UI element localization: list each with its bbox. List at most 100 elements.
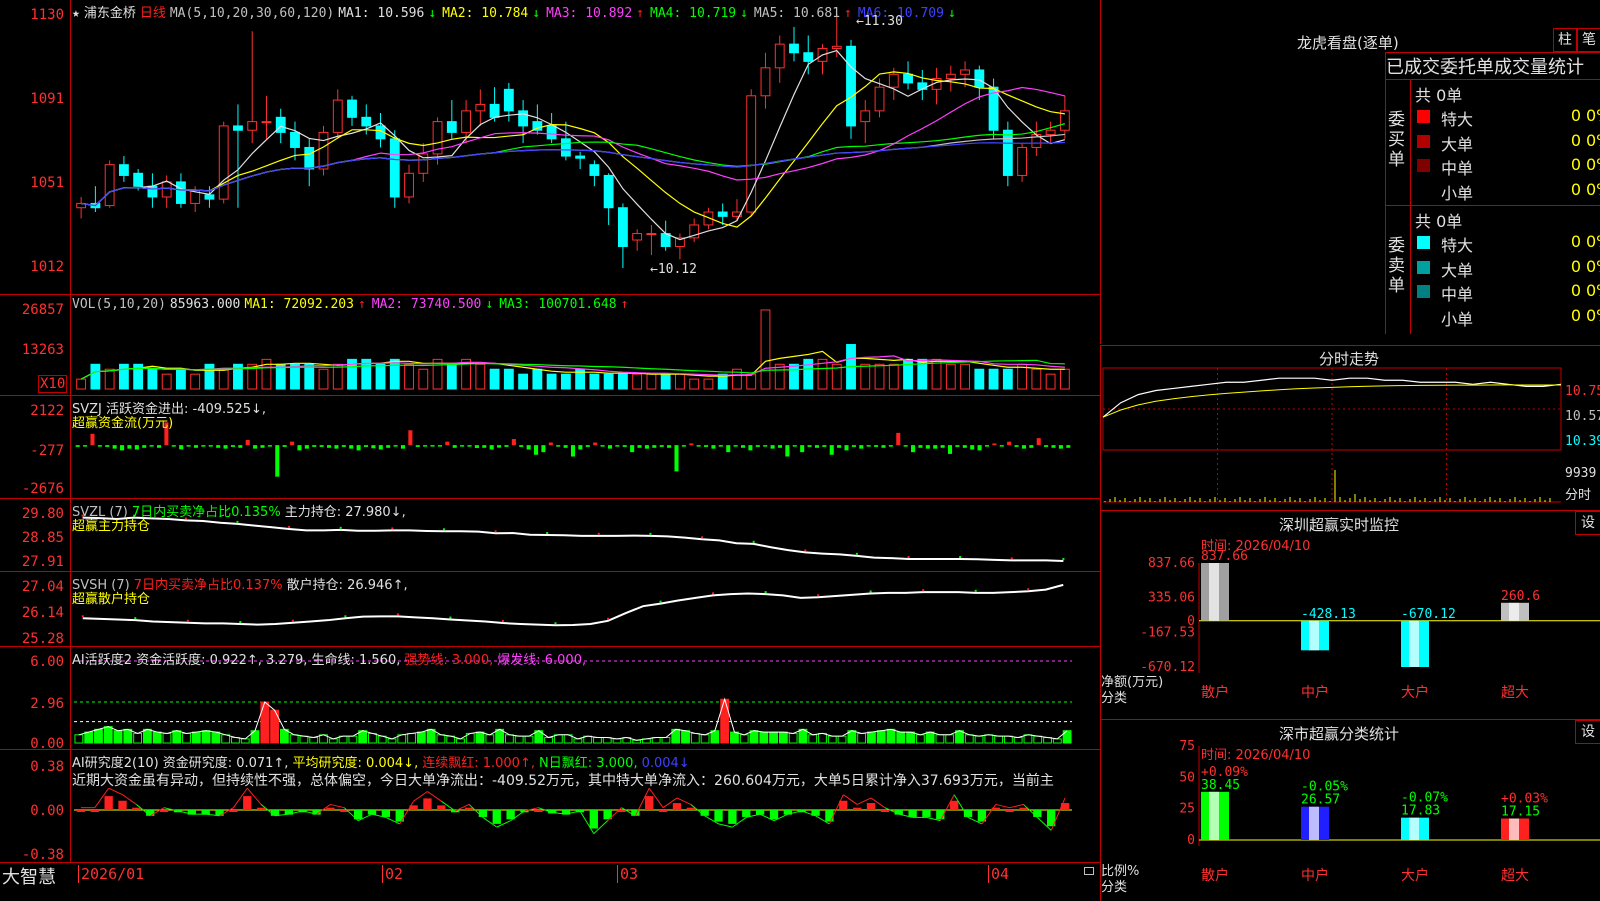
fund-flow-bar: [275, 445, 280, 477]
ai-activity-pane[interactable]: 6.00 2.96 0.00 AI活跃度2 资金活跃度: 0.922↑, 3.2…: [0, 647, 1100, 751]
candle-body: [147, 185, 158, 198]
fund-flow-bar: [105, 445, 110, 447]
candle-body: [475, 103, 486, 112]
volume-bar: [960, 363, 970, 390]
bar-y-label: 75: [1179, 739, 1195, 754]
order-color-swatch: [1417, 285, 1430, 298]
monitor-panel[interactable]: 深圳超赢实时监控 设 时间: 2026/04/10 837.66 335.06 0-…: [1100, 510, 1600, 719]
volume-bar: [118, 363, 129, 390]
candle-body: [247, 121, 258, 131]
position-marker: [907, 556, 910, 558]
candle-body: [960, 69, 970, 75]
fund-flow-bar: [800, 445, 805, 453]
position-marker: [922, 589, 925, 592]
activity-bar: [172, 730, 182, 744]
order-type: 特大: [1441, 110, 1474, 129]
volume-bar: [617, 373, 628, 390]
fund-flow-bar: [874, 445, 879, 447]
bar-category-label: 散户: [1201, 867, 1229, 884]
activity-bar: [710, 730, 720, 744]
activity-bar: [152, 731, 162, 744]
bar-value-label: 38.45: [1201, 778, 1240, 793]
order-count: 0: [1570, 130, 1581, 150]
activity-bar: [123, 728, 133, 744]
fund-flow-bar: [970, 445, 975, 450]
classify-chart[interactable]: 75 50 25 0 38.45 散户 +0.09% 26.57 中户 -0.05% 17.83 大户…: [1101, 720, 1600, 901]
fund-flow-bar: [681, 445, 686, 447]
fund-flow-bar: [430, 445, 435, 447]
main-position-pane[interactable]: 29.80 28.85 27.91 SVZL (7) 7日内买卖净占比0.135%…: [0, 499, 1100, 572]
intraday-chart[interactable]: [1101, 346, 1600, 510]
fund-flow-bar: [223, 445, 228, 449]
research-bar: [852, 807, 862, 810]
fund-flow-bar: [371, 445, 376, 449]
activity-bar: [201, 730, 211, 744]
fund-flow-bar: [829, 445, 834, 455]
ma-label: MA3: 100701.648: [499, 297, 617, 312]
candle-pane[interactable]: 1130 1091 1051 1012 ★ 浦东金桥 日线 MA(5,10,20,30…: [0, 0, 1100, 295]
research-bar: [326, 807, 335, 810]
sell-block: 委卖单 共 0单 特大00%大单00%中单00%小单00%: [1385, 205, 1600, 334]
volume-bar: [161, 373, 172, 390]
buy-label: 委买单: [1388, 110, 1405, 170]
candle-body: [888, 73, 899, 88]
order-type: 特大: [1441, 236, 1474, 255]
volume-bar: [375, 363, 386, 390]
candle-body: [104, 164, 115, 207]
tick-mode-button[interactable]: 笔: [1577, 28, 1600, 52]
position-marker: [186, 619, 189, 622]
candlestick-chart[interactable]: [0, 0, 1100, 294]
monitor-chart[interactable]: 837.66335.060-167.53-670.12837.66散户-428.…: [1101, 511, 1600, 719]
fund-flow-bar: [578, 445, 583, 450]
position-marker: [817, 594, 820, 597]
star-icon[interactable]: ★: [72, 6, 80, 21]
fund-flow-pane[interactable]: 2122 -277 -2676 SVZJ 活跃资金进出: -409.525↓, …: [0, 396, 1100, 499]
fund-flow-bar: [304, 445, 309, 449]
intraday-panel[interactable]: 分时走势 10.75 10.57 10.39 9939 分时: [1100, 345, 1600, 510]
fund-flow-bar: [570, 445, 576, 457]
order-percent: 0%: [1586, 155, 1600, 174]
sell-label: 委卖单: [1388, 236, 1405, 296]
stock-name[interactable]: 浦东金桥: [84, 6, 136, 21]
bar-category-label: 超大: [1501, 685, 1529, 701]
candle-body: [746, 95, 757, 213]
brand-logo[interactable]: 大智慧: [2, 863, 56, 889]
activity-bar: [739, 734, 749, 744]
fund-flow-bar: [593, 442, 598, 446]
ma-arrow: ↓: [947, 6, 956, 21]
fund-flow-bar: [903, 445, 908, 447]
ai-activity-title: AI活跃度2 资金活跃度: 0.922↑, 3.279, 生命线: 1.560,…: [72, 653, 587, 668]
candle-body: [161, 181, 172, 198]
volume-pane[interactable]: 26857 13263 X10 VOL(5,10,20) 85963.000 MA1…: [0, 295, 1100, 396]
volume-bar: [632, 373, 643, 390]
ma-label: MA3: 10.892: [546, 6, 633, 21]
ma-line: [81, 49, 1066, 241]
volume-bar: [190, 373, 201, 390]
ma-label: MA2: 73740.500: [371, 297, 482, 312]
intraday-tag[interactable]: 分时: [1565, 484, 1591, 503]
activity-bar: [524, 735, 534, 744]
fund-flow-bar: [378, 445, 383, 450]
ai-research-pane[interactable]: 0.38 0.00 -0.38 AI研究度2(10) 资金研究度: 0.071↑,…: [0, 750, 1100, 862]
fund-flow-bar: [201, 445, 206, 447]
lock-icon[interactable]: [1084, 867, 1094, 875]
ma-label: MA1: 10.596: [338, 6, 425, 21]
activity-bar: [593, 737, 602, 744]
volume-bar: [660, 373, 671, 390]
fund-flow-bar: [179, 445, 184, 450]
bar-mode-button[interactable]: 柱: [1553, 28, 1577, 52]
classify-panel[interactable]: 深市超赢分类统计 设 时间: 2026/04/10 75 50 25 0 38.45 散户…: [1100, 719, 1600, 901]
activity-bar: [1052, 738, 1062, 744]
position-marker: [344, 615, 347, 618]
candle-body: [446, 121, 457, 133]
research-bar: [658, 810, 668, 812]
candle-body: [361, 116, 372, 127]
fund-flow-bar: [238, 445, 243, 448]
retail-position-pane[interactable]: 27.04 26.14 25.28 SVSH (7) 7日内买卖净占比0.137%…: [0, 572, 1100, 647]
ma-line: [81, 133, 1065, 207]
candle-body: [860, 110, 871, 123]
fund-flow-bar: [896, 432, 901, 446]
candle-body: [489, 103, 500, 118]
fund-flow-bar: [327, 445, 332, 448]
period-label[interactable]: 日线: [140, 6, 166, 21]
